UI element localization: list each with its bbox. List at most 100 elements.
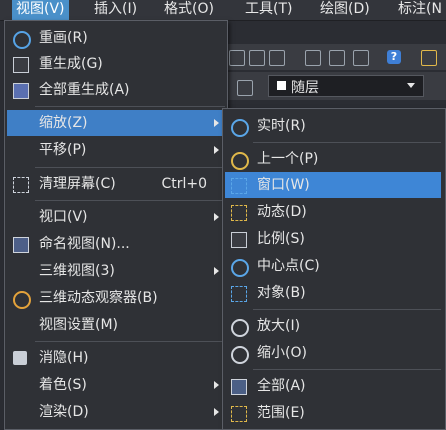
hide-icon bbox=[13, 351, 27, 365]
menu-item-clean-screen[interactable]: 清理屏幕(C) Ctrl+0 bbox=[7, 171, 223, 197]
layer-select[interactable]: 随层 bbox=[268, 75, 424, 97]
layer-select-value: 随层 bbox=[291, 80, 319, 96]
menu-item-view-settings[interactable]: 视图设置(M) bbox=[7, 312, 223, 338]
regen-all-icon bbox=[13, 83, 29, 99]
zoom-center-icon bbox=[231, 259, 249, 277]
menu-item-label: 全部重生成(A) bbox=[39, 82, 130, 98]
menu-item-label: 全部(A) bbox=[257, 378, 306, 394]
menu-item-label: 清理屏幕(C) bbox=[39, 176, 116, 192]
menu-item-label: 实时(R) bbox=[257, 118, 306, 134]
zoom-all-icon bbox=[231, 379, 247, 395]
menu-item-shortcut: Ctrl+0 bbox=[161, 176, 207, 192]
menu-item-label: 消隐(H) bbox=[39, 350, 89, 366]
menu-item-regen[interactable]: 重生成(G) bbox=[7, 51, 223, 77]
zoom-item-realtime[interactable]: 实时(R) bbox=[225, 113, 441, 139]
menu-item-label: 着色(S) bbox=[39, 377, 87, 393]
zoom-item-center[interactable]: 中心点(C) bbox=[225, 253, 441, 279]
chevron-right-icon bbox=[214, 213, 219, 221]
standard-toolbar: ? bbox=[225, 44, 446, 70]
menu-item-zoom[interactable]: 缩放(Z) bbox=[7, 110, 223, 136]
zoom-dynamic-tool-icon[interactable] bbox=[249, 50, 265, 66]
menu-item-pan[interactable]: 平移(P) bbox=[7, 137, 223, 163]
menu-format[interactable]: 格式(O) bbox=[160, 0, 218, 20]
zoom-item-object[interactable]: 对象(B) bbox=[225, 280, 441, 306]
zoom-item-scale[interactable]: 比例(S) bbox=[225, 226, 441, 252]
menu-item-redraw[interactable]: 重画(R) bbox=[7, 25, 223, 51]
menu-separator bbox=[253, 369, 441, 370]
text-style-icon[interactable] bbox=[421, 50, 437, 66]
menu-bar: 视图(V) 插入(I) 格式(O) 工具(T) 绘图(D) 标注(N bbox=[0, 0, 446, 21]
regen-icon bbox=[13, 57, 29, 73]
named-view-icon bbox=[13, 237, 29, 253]
menu-separator bbox=[253, 142, 441, 143]
zoom-previous-tool-icon[interactable] bbox=[269, 50, 285, 66]
menu-item-named-views[interactable]: 命名视图(N)... bbox=[7, 231, 223, 257]
layer-manager-icon[interactable] bbox=[237, 80, 253, 96]
menu-separator bbox=[35, 341, 225, 342]
menu-item-label: 三维动态观察器(B) bbox=[39, 290, 158, 306]
zoom-item-dynamic[interactable]: 动态(D) bbox=[225, 199, 441, 225]
menu-item-label: 三维视图(3) bbox=[39, 263, 115, 279]
menu-item-label: 上一个(P) bbox=[257, 151, 319, 167]
menu-separator bbox=[35, 106, 225, 107]
menu-item-3d-orbit[interactable]: 三维动态观察器(B) bbox=[7, 285, 223, 311]
zoom-scale-icon bbox=[231, 232, 247, 248]
menu-item-render[interactable]: 渲染(D) bbox=[7, 399, 223, 425]
zoom-item-extents[interactable]: 范围(E) bbox=[225, 400, 441, 426]
menu-item-label: 命名视图(N)... bbox=[39, 236, 130, 252]
zoom-dynamic-icon bbox=[231, 205, 247, 221]
menu-item-label: 重画(R) bbox=[39, 30, 88, 46]
zoom-item-window[interactable]: 窗口(W) bbox=[225, 172, 441, 198]
zoom-in-icon bbox=[231, 319, 249, 337]
menu-item-label: 缩小(O) bbox=[257, 345, 307, 361]
zoom-item-all[interactable]: 全部(A) bbox=[225, 373, 441, 399]
menu-separator bbox=[35, 167, 225, 168]
view-menu: 重画(R) 重生成(G) 全部重生成(A) 缩放(Z) 平移(P) 清理屏幕(C… bbox=[4, 20, 228, 430]
zoom-out-icon bbox=[231, 346, 249, 364]
menu-item-label: 平移(P) bbox=[39, 142, 87, 158]
layer-color-swatch bbox=[277, 81, 286, 90]
menu-item-label: 重生成(G) bbox=[39, 56, 103, 72]
clean-screen-icon bbox=[13, 177, 29, 193]
zoom-submenu: 实时(R) 上一个(P) 窗口(W) 动态(D) 比例(S) 中心点(C) 对象… bbox=[222, 108, 446, 430]
menu-item-3d-views[interactable]: 三维视图(3) bbox=[7, 258, 223, 284]
zoom-item-out[interactable]: 缩小(O) bbox=[225, 340, 441, 366]
chevron-right-icon bbox=[214, 267, 219, 275]
menu-item-viewports[interactable]: 视口(V) bbox=[7, 204, 223, 230]
orbit-icon bbox=[13, 291, 31, 309]
menu-item-label: 中心点(C) bbox=[257, 258, 320, 274]
menu-item-label: 窗口(W) bbox=[257, 177, 310, 193]
menu-item-hide[interactable]: 消隐(H) bbox=[7, 345, 223, 371]
menu-tools[interactable]: 工具(T) bbox=[241, 0, 296, 20]
menu-item-label: 缩放(Z) bbox=[39, 115, 88, 131]
zoom-window-tool-icon[interactable] bbox=[229, 50, 245, 66]
menu-item-label: 对象(B) bbox=[257, 285, 306, 301]
zoom-item-in[interactable]: 放大(I) bbox=[225, 313, 441, 339]
menu-separator bbox=[35, 200, 225, 201]
tool-palette-icon[interactable] bbox=[353, 50, 369, 66]
zoom-previous-icon bbox=[231, 152, 249, 170]
menu-insert[interactable]: 插入(I) bbox=[90, 0, 141, 20]
menu-item-label: 视口(V) bbox=[39, 209, 88, 225]
chevron-right-icon bbox=[214, 408, 219, 416]
zoom-window-icon bbox=[231, 178, 247, 194]
menu-item-label: 视图设置(M) bbox=[39, 317, 119, 333]
zoom-item-previous[interactable]: 上一个(P) bbox=[225, 146, 441, 172]
menu-draw[interactable]: 绘图(D) bbox=[316, 0, 374, 20]
design-center-tool-icon[interactable] bbox=[329, 50, 345, 66]
menu-item-regen-all[interactable]: 全部重生成(A) bbox=[7, 77, 223, 103]
help-icon[interactable]: ? bbox=[387, 50, 401, 64]
chevron-right-icon bbox=[214, 146, 219, 154]
menu-item-shade[interactable]: 着色(S) bbox=[7, 372, 223, 398]
menu-dimension[interactable]: 标注(N bbox=[394, 0, 446, 20]
menu-item-label: 渲染(D) bbox=[39, 404, 89, 420]
zoom-realtime-icon bbox=[231, 119, 249, 137]
chevron-down-icon bbox=[407, 83, 415, 88]
chevron-right-icon bbox=[214, 381, 219, 389]
menu-item-label: 放大(I) bbox=[257, 318, 301, 334]
menu-item-label: 范围(E) bbox=[257, 405, 305, 421]
properties-tool-icon[interactable] bbox=[305, 50, 321, 66]
chevron-right-icon bbox=[214, 119, 219, 127]
menu-view[interactable]: 视图(V) bbox=[12, 0, 69, 20]
zoom-extents-icon bbox=[231, 406, 247, 422]
